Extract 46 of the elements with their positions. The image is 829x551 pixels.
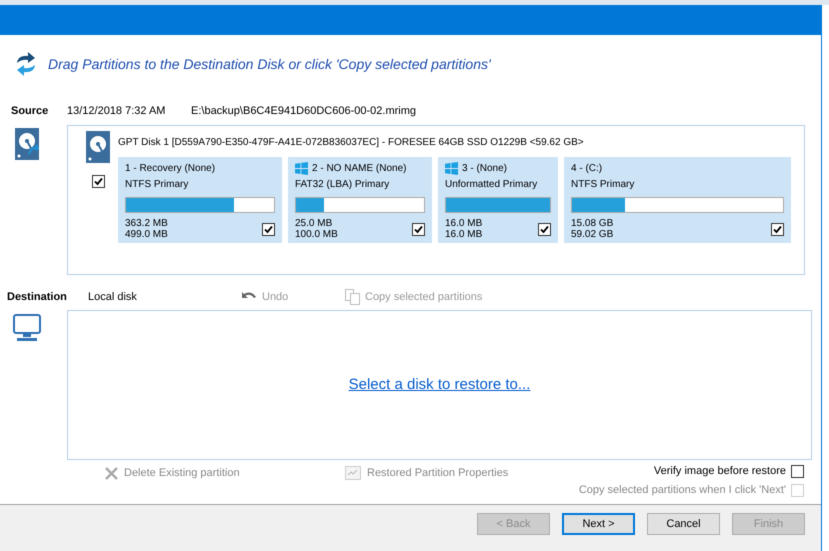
partition-type: NTFS Primary	[125, 178, 190, 192]
disk-checkbox[interactable]	[92, 175, 104, 188]
partition-card[interactable]: 1 - Recovery (None) NTFS Primary 363.2 MB 499.0 MB	[118, 157, 282, 243]
partition-card[interactable]: 2 - NO NAME (None) FAT32 (LBA) Primary 25.0 MB 100.0 MB	[288, 157, 432, 243]
source-date: 13/12/2018 7:32 AM	[67, 104, 166, 119]
partition-card[interactable]: 3 - (None) Unformatted Primary 16.0 MB 16.0 MB	[438, 157, 558, 243]
source-path: E:\backup\B6C4E941D60DC606-00-02.mrimg	[191, 104, 416, 119]
partition-checkbox[interactable]	[771, 222, 784, 236]
monitor-icon	[13, 314, 41, 342]
partition-type: Unformatted Primary	[445, 178, 538, 192]
copy-icon	[345, 289, 360, 305]
used-size: 16.0 MB	[445, 218, 482, 229]
destination-disk: Local disk	[88, 290, 138, 305]
used-size: 25.0 MB	[295, 218, 334, 229]
partition-name: 1 - Recovery (None)	[125, 162, 216, 176]
option-checkbox[interactable]	[791, 464, 804, 478]
source-label: Source	[11, 104, 50, 119]
partition-checkbox[interactable]	[538, 222, 551, 236]
option-label: Verify image before restore	[654, 464, 786, 479]
option-label: Copy selected partitions when I click 'Next'	[578, 482, 786, 498]
partition-name: 4 - (C:)	[571, 162, 602, 176]
total-size: 499.0 MB	[125, 229, 168, 240]
delete-icon	[105, 466, 118, 480]
used-size: 15.08 GB	[571, 218, 614, 229]
partition-type: FAT32 (LBA) Primary	[295, 178, 390, 192]
partition-checkbox[interactable]	[262, 222, 275, 236]
partition-type: NTFS Primary	[571, 178, 636, 192]
disk-restore-icon	[15, 128, 39, 160]
destination-label: Destination	[7, 290, 68, 305]
partition-checkbox[interactable]	[412, 222, 425, 236]
total-size: 16.0 MB	[445, 229, 482, 240]
partition-name: 2 - NO NAME (None)	[312, 162, 406, 176]
windows-icon	[445, 162, 458, 175]
partition-name: 3 - (None)	[462, 162, 508, 176]
total-size: 100.0 MB	[295, 229, 338, 240]
sync-arrows-icon	[14, 51, 38, 77]
partition-card[interactable]: 4 - (C:) NTFS Primary 15.08 GB 59.02 GB	[564, 157, 791, 243]
select-disk-link[interactable]: Select a disk to restore to...	[348, 374, 530, 396]
wizard-button[interactable]: Cancel	[647, 513, 720, 535]
used-size: 363.2 MB	[125, 218, 168, 229]
windows-icon	[295, 162, 308, 175]
instruction-text: Drag Partitions to the Destination Disk or click 'Copy selected partitions'	[48, 54, 491, 74]
properties-icon	[345, 466, 361, 480]
disk-title: GPT Disk 1 [D559A790-E350-479F-A41E-072B836037EC] - FORESEE 64GB SSD O1229B <59.62 GB>	[118, 136, 585, 150]
total-size: 59.02 GB	[571, 229, 614, 240]
wizard-button[interactable]: Next >	[562, 513, 635, 535]
